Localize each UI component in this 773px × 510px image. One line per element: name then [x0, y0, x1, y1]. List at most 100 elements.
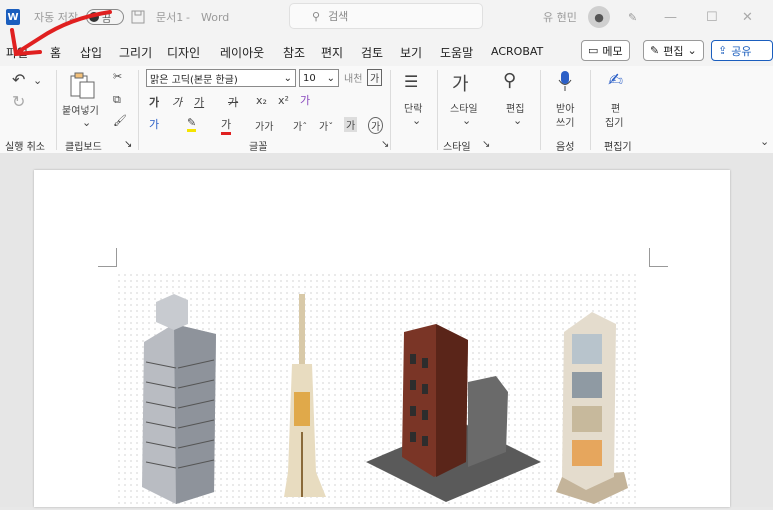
phonetic-guide-icon[interactable]: 내천 — [344, 70, 362, 85]
subscript-icon[interactable]: x₂ — [256, 94, 267, 107]
font-name-value: 맑은 고딕(본문 한글) — [150, 74, 238, 86]
pen-icon[interactable]: ✎ — [628, 0, 637, 34]
clear-format-icon[interactable]: 가 — [300, 92, 310, 108]
save-icon[interactable] — [131, 0, 145, 34]
editor-icon[interactable]: ✍ — [608, 70, 623, 91]
divider — [390, 70, 391, 150]
underline-icon[interactable]: 가 — [194, 94, 204, 110]
buildings-image[interactable] — [116, 272, 638, 507]
text-effects-icon[interactable]: 가 — [149, 116, 159, 132]
tab-mailings[interactable]: 편지 — [321, 44, 343, 61]
share-label: 공유 — [731, 44, 752, 58]
beige-tower-model — [556, 312, 628, 504]
group-label-style: 스타일 — [443, 142, 471, 153]
find-icon[interactable]: ⚲ — [503, 70, 516, 91]
memo-button[interactable]: ▭ 메모 — [581, 40, 630, 61]
paragraph-icon[interactable]: ☰ — [404, 72, 418, 91]
user-avatar[interactable]: ● — [588, 0, 610, 34]
editing-chevron-icon[interactable]: ⌄ — [513, 114, 522, 127]
grow-font-icon[interactable]: 가ˆ — [293, 118, 307, 133]
char-border-icon[interactable]: 가 — [367, 69, 383, 86]
bold-icon[interactable]: 가 — [149, 94, 159, 110]
dictate-label-2[interactable]: 쓰기 — [556, 114, 574, 129]
chevron-down-icon: ⌄ — [283, 72, 292, 84]
shrink-font-icon[interactable]: 가ˇ — [319, 118, 333, 133]
copy-icon[interactable]: ⧉ — [113, 93, 121, 107]
margin-corner-top-left — [98, 248, 117, 267]
group-label-undo: 실행 취소 — [5, 142, 45, 153]
maximize-icon[interactable]: ☐ — [706, 0, 738, 34]
chevron-down-icon: ⌄ — [687, 44, 697, 57]
font-name-select[interactable]: 맑은 고딕(본문 한글) ⌄ — [146, 69, 296, 87]
highlight-icon[interactable]: ✎ — [187, 116, 197, 132]
divider — [437, 70, 438, 150]
margin-corner-top-right — [649, 248, 668, 267]
search-placeholder: 검색 — [328, 10, 349, 23]
undo-icon[interactable]: ↶ — [12, 70, 25, 89]
italic-icon[interactable]: 가 — [172, 94, 182, 110]
char-shading-icon[interactable]: 가 — [344, 117, 358, 132]
brick-building-model — [366, 324, 541, 502]
edit-mode-label: 편집 — [663, 44, 684, 58]
tab-design[interactable]: 디자인 — [167, 44, 200, 61]
tab-help[interactable]: 도움말 — [440, 44, 473, 61]
cut-icon[interactable]: ✂ — [113, 70, 122, 83]
superscript-icon[interactable]: x² — [278, 94, 289, 107]
divider — [540, 70, 541, 150]
user-name[interactable]: 유 현민 — [543, 0, 577, 34]
group-label-editor: 편집기 — [604, 142, 632, 153]
dictate-label-1[interactable]: 받아 — [556, 100, 574, 115]
paragraph-label[interactable]: 단락 — [404, 100, 422, 115]
group-label-font: 글꼴 — [249, 142, 268, 153]
paragraph-chevron-icon[interactable]: ⌄ — [412, 114, 421, 127]
minimize-icon[interactable]: — — [664, 0, 696, 34]
share-icon: ⇪ — [718, 44, 728, 57]
divider — [590, 70, 591, 150]
comment-icon: ▭ — [588, 44, 599, 57]
tab-view[interactable]: 보기 — [400, 44, 422, 61]
divider — [56, 70, 57, 150]
share-button[interactable]: ⇪ 공유 — [711, 40, 773, 61]
title-separator: - — [186, 10, 190, 24]
editor-label-1[interactable]: 편 — [611, 100, 620, 115]
styles-icon[interactable]: 가 — [452, 70, 469, 96]
search-box[interactable]: ⚲ 검색 — [289, 3, 483, 29]
tab-review[interactable]: 검토 — [361, 44, 383, 61]
paste-chevron-icon[interactable]: ⌄ — [82, 116, 91, 129]
microphone-icon[interactable] — [558, 70, 572, 95]
app-name: Word — [201, 10, 230, 24]
clipboard-dialog-launcher-icon[interactable]: ↘ — [124, 139, 132, 150]
divider — [138, 70, 139, 150]
document-name: 문서1 — [156, 11, 184, 24]
font-size-select[interactable]: 10 ⌄ — [299, 69, 339, 87]
char-spacing-icon[interactable]: 가가 — [255, 118, 273, 133]
undo-chevron-icon[interactable]: ⌄ — [33, 74, 42, 87]
styles-label[interactable]: 스타일 — [450, 100, 478, 115]
pencil-icon: ✎ — [650, 44, 660, 57]
font-dialog-launcher-icon[interactable]: ↘ — [381, 139, 389, 150]
redo-icon[interactable]: ↻ — [12, 92, 25, 111]
font-size-value: 10 — [303, 72, 316, 84]
editing-label[interactable]: 편집 — [506, 100, 524, 115]
paste-icon[interactable] — [68, 72, 98, 103]
ribbon-collapse-icon[interactable]: ⌄ — [760, 135, 769, 148]
tab-draw[interactable]: 그리기 — [119, 44, 152, 61]
styles-chevron-icon[interactable]: ⌄ — [462, 114, 471, 127]
format-painter-icon[interactable]: 🖌 — [113, 114, 127, 127]
paste-label[interactable]: 붙여넣기 — [62, 102, 99, 117]
strikethrough-icon[interactable]: 가 — [228, 94, 238, 110]
group-label-clipboard: 클립보드 — [65, 142, 102, 153]
memo-label: 메모 — [602, 44, 623, 58]
search-icon: ⚲ — [312, 9, 321, 23]
tab-references[interactable]: 참조 — [283, 44, 305, 61]
close-icon[interactable]: ✕ — [742, 0, 773, 34]
gray-tower-model — [142, 294, 216, 504]
editor-label-2[interactable]: 집기 — [605, 114, 623, 129]
font-color-icon[interactable]: 가 — [221, 116, 232, 135]
styles-dialog-launcher-icon[interactable]: ↘ — [482, 139, 490, 150]
annotation-arrow — [10, 10, 112, 57]
tab-acrobat[interactable]: ACROBAT — [491, 45, 543, 58]
edit-mode-button[interactable]: ✎ 편집 ⌄ — [643, 40, 704, 61]
tab-layout[interactable]: 레이아웃 — [220, 44, 264, 61]
chevron-down-icon: ⌄ — [326, 72, 335, 84]
